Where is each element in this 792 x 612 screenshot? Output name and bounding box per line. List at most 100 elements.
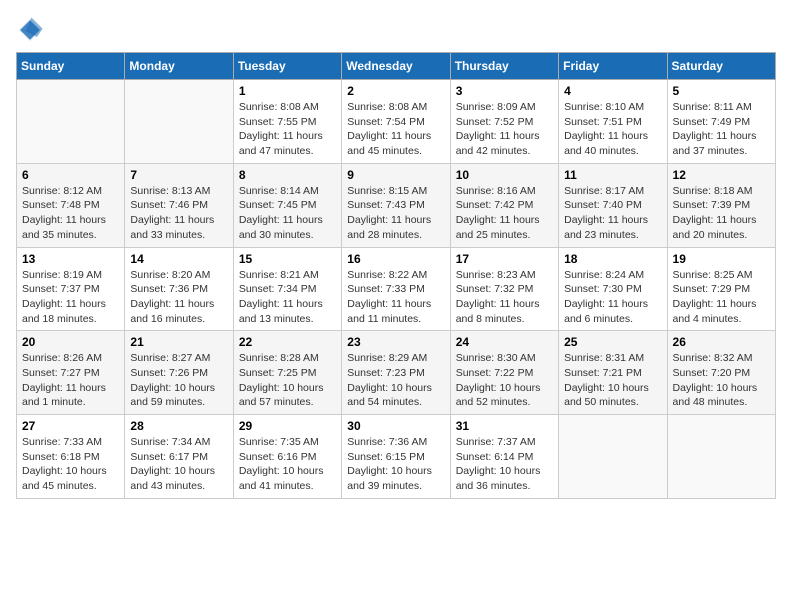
calendar-cell: 5 Sunrise: 8:11 AMSunset: 7:49 PMDayligh… [667,80,775,164]
calendar-cell: 4 Sunrise: 8:10 AMSunset: 7:51 PMDayligh… [559,80,667,164]
calendar-cell: 11 Sunrise: 8:17 AMSunset: 7:40 PMDaylig… [559,163,667,247]
calendar-cell: 19 Sunrise: 8:25 AMSunset: 7:29 PMDaylig… [667,247,775,331]
day-number: 16 [347,252,444,266]
day-number: 24 [456,335,553,349]
day-info: Sunrise: 8:17 AMSunset: 7:40 PMDaylight:… [564,184,661,243]
day-number: 18 [564,252,661,266]
day-number: 6 [22,168,119,182]
day-number: 30 [347,419,444,433]
day-number: 8 [239,168,336,182]
day-info: Sunrise: 8:15 AMSunset: 7:43 PMDaylight:… [347,184,444,243]
weekday-header-row: SundayMondayTuesdayWednesdayThursdayFrid… [17,53,776,80]
logo [16,16,48,44]
calendar-cell: 10 Sunrise: 8:16 AMSunset: 7:42 PMDaylig… [450,163,558,247]
calendar-cell: 3 Sunrise: 8:09 AMSunset: 7:52 PMDayligh… [450,80,558,164]
weekday-header: Wednesday [342,53,450,80]
weekday-header: Sunday [17,53,125,80]
calendar-cell: 26 Sunrise: 8:32 AMSunset: 7:20 PMDaylig… [667,331,775,415]
calendar-week-row: 13 Sunrise: 8:19 AMSunset: 7:37 PMDaylig… [17,247,776,331]
calendar-cell: 14 Sunrise: 8:20 AMSunset: 7:36 PMDaylig… [125,247,233,331]
calendar-cell: 27 Sunrise: 7:33 AMSunset: 6:18 PMDaylig… [17,415,125,499]
day-number: 13 [22,252,119,266]
day-number: 2 [347,84,444,98]
day-number: 25 [564,335,661,349]
day-number: 29 [239,419,336,433]
day-number: 26 [673,335,770,349]
calendar-cell: 24 Sunrise: 8:30 AMSunset: 7:22 PMDaylig… [450,331,558,415]
calendar-cell: 20 Sunrise: 8:26 AMSunset: 7:27 PMDaylig… [17,331,125,415]
day-number: 4 [564,84,661,98]
weekday-header: Thursday [450,53,558,80]
day-number: 15 [239,252,336,266]
weekday-header: Monday [125,53,233,80]
calendar-cell [125,80,233,164]
calendar-week-row: 20 Sunrise: 8:26 AMSunset: 7:27 PMDaylig… [17,331,776,415]
day-number: 17 [456,252,553,266]
weekday-header: Saturday [667,53,775,80]
day-info: Sunrise: 8:28 AMSunset: 7:25 PMDaylight:… [239,351,336,410]
day-info: Sunrise: 7:34 AMSunset: 6:17 PMDaylight:… [130,435,227,494]
day-info: Sunrise: 8:25 AMSunset: 7:29 PMDaylight:… [673,268,770,327]
day-info: Sunrise: 8:27 AMSunset: 7:26 PMDaylight:… [130,351,227,410]
day-number: 31 [456,419,553,433]
day-number: 3 [456,84,553,98]
day-info: Sunrise: 8:11 AMSunset: 7:49 PMDaylight:… [673,100,770,159]
day-number: 7 [130,168,227,182]
day-number: 19 [673,252,770,266]
day-info: Sunrise: 7:33 AMSunset: 6:18 PMDaylight:… [22,435,119,494]
calendar-cell: 25 Sunrise: 8:31 AMSunset: 7:21 PMDaylig… [559,331,667,415]
day-number: 21 [130,335,227,349]
day-info: Sunrise: 7:35 AMSunset: 6:16 PMDaylight:… [239,435,336,494]
calendar-cell [17,80,125,164]
calendar-cell: 29 Sunrise: 7:35 AMSunset: 6:16 PMDaylig… [233,415,341,499]
calendar-table: SundayMondayTuesdayWednesdayThursdayFrid… [16,52,776,499]
weekday-header: Friday [559,53,667,80]
day-info: Sunrise: 8:22 AMSunset: 7:33 PMDaylight:… [347,268,444,327]
day-number: 28 [130,419,227,433]
day-number: 11 [564,168,661,182]
calendar-cell: 9 Sunrise: 8:15 AMSunset: 7:43 PMDayligh… [342,163,450,247]
calendar-week-row: 6 Sunrise: 8:12 AMSunset: 7:48 PMDayligh… [17,163,776,247]
day-number: 5 [673,84,770,98]
calendar-cell [559,415,667,499]
day-info: Sunrise: 8:19 AMSunset: 7:37 PMDaylight:… [22,268,119,327]
calendar-cell: 12 Sunrise: 8:18 AMSunset: 7:39 PMDaylig… [667,163,775,247]
calendar-cell: 22 Sunrise: 8:28 AMSunset: 7:25 PMDaylig… [233,331,341,415]
calendar-cell: 30 Sunrise: 7:36 AMSunset: 6:15 PMDaylig… [342,415,450,499]
day-info: Sunrise: 8:24 AMSunset: 7:30 PMDaylight:… [564,268,661,327]
day-info: Sunrise: 8:20 AMSunset: 7:36 PMDaylight:… [130,268,227,327]
calendar-cell: 13 Sunrise: 8:19 AMSunset: 7:37 PMDaylig… [17,247,125,331]
day-number: 1 [239,84,336,98]
day-info: Sunrise: 8:13 AMSunset: 7:46 PMDaylight:… [130,184,227,243]
day-info: Sunrise: 8:30 AMSunset: 7:22 PMDaylight:… [456,351,553,410]
day-number: 22 [239,335,336,349]
day-info: Sunrise: 8:08 AMSunset: 7:54 PMDaylight:… [347,100,444,159]
calendar-week-row: 1 Sunrise: 8:08 AMSunset: 7:55 PMDayligh… [17,80,776,164]
calendar-cell: 28 Sunrise: 7:34 AMSunset: 6:17 PMDaylig… [125,415,233,499]
calendar-cell: 17 Sunrise: 8:23 AMSunset: 7:32 PMDaylig… [450,247,558,331]
page-header [16,16,776,44]
calendar-cell: 18 Sunrise: 8:24 AMSunset: 7:30 PMDaylig… [559,247,667,331]
day-number: 20 [22,335,119,349]
day-info: Sunrise: 8:29 AMSunset: 7:23 PMDaylight:… [347,351,444,410]
day-info: Sunrise: 7:37 AMSunset: 6:14 PMDaylight:… [456,435,553,494]
day-number: 27 [22,419,119,433]
day-info: Sunrise: 8:23 AMSunset: 7:32 PMDaylight:… [456,268,553,327]
day-info: Sunrise: 8:16 AMSunset: 7:42 PMDaylight:… [456,184,553,243]
calendar-cell: 31 Sunrise: 7:37 AMSunset: 6:14 PMDaylig… [450,415,558,499]
calendar-cell: 16 Sunrise: 8:22 AMSunset: 7:33 PMDaylig… [342,247,450,331]
calendar-cell: 2 Sunrise: 8:08 AMSunset: 7:54 PMDayligh… [342,80,450,164]
day-number: 14 [130,252,227,266]
day-number: 9 [347,168,444,182]
day-number: 12 [673,168,770,182]
day-info: Sunrise: 8:32 AMSunset: 7:20 PMDaylight:… [673,351,770,410]
calendar-cell: 7 Sunrise: 8:13 AMSunset: 7:46 PMDayligh… [125,163,233,247]
day-info: Sunrise: 7:36 AMSunset: 6:15 PMDaylight:… [347,435,444,494]
calendar-cell: 6 Sunrise: 8:12 AMSunset: 7:48 PMDayligh… [17,163,125,247]
day-info: Sunrise: 8:12 AMSunset: 7:48 PMDaylight:… [22,184,119,243]
calendar-cell [667,415,775,499]
day-info: Sunrise: 8:14 AMSunset: 7:45 PMDaylight:… [239,184,336,243]
day-number: 10 [456,168,553,182]
calendar-week-row: 27 Sunrise: 7:33 AMSunset: 6:18 PMDaylig… [17,415,776,499]
day-info: Sunrise: 8:08 AMSunset: 7:55 PMDaylight:… [239,100,336,159]
